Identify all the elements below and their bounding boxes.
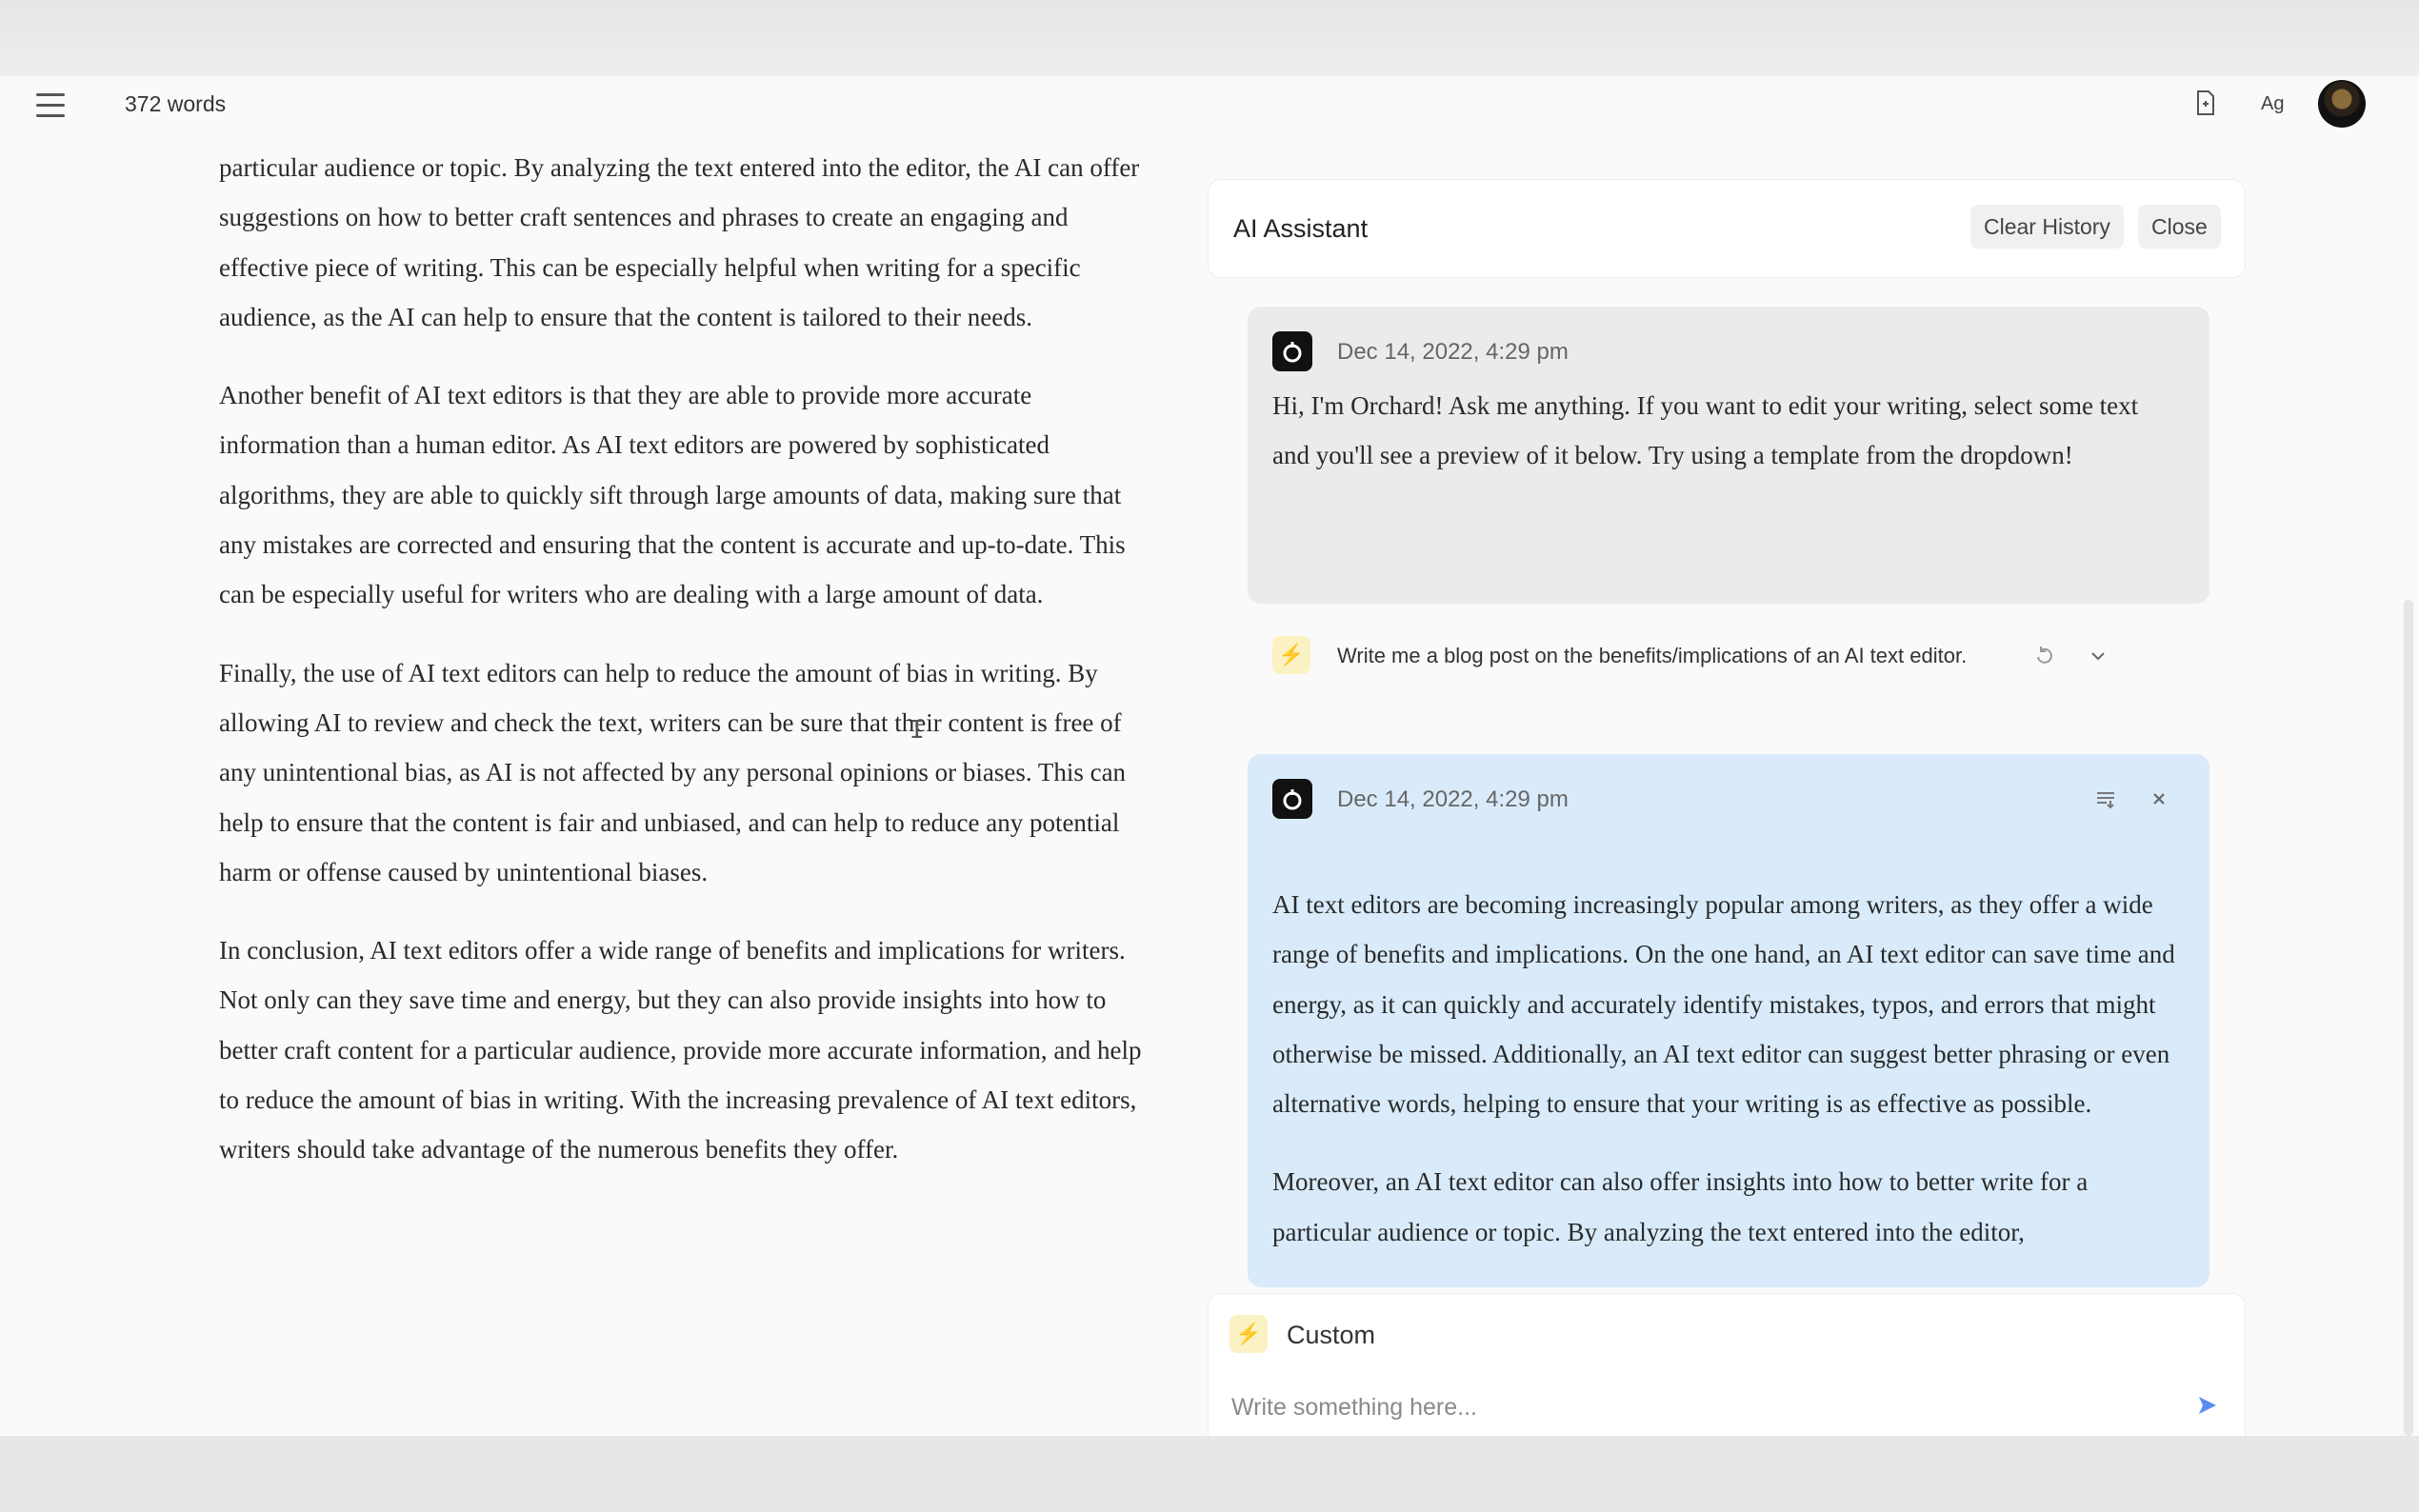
paragraph: Finally, the use of AI text editors can …: [219, 658, 1127, 886]
send-icon[interactable]: [2195, 1393, 2220, 1418]
document-icon[interactable]: [2195, 90, 2216, 116]
text-cursor-icon: I: [910, 716, 925, 745]
paragraph: particular audience or topic. By analyzi…: [219, 153, 1140, 331]
user-avatar[interactable]: [2318, 80, 2366, 128]
message-composer: ⚡ Custom: [1208, 1293, 2246, 1436]
orchard-logo-icon: [1272, 331, 1312, 371]
font-settings-icon[interactable]: Ag: [2261, 93, 2284, 115]
assistant-response: Dec 14, 2022, 4:29 pm AI text editors ar…: [1248, 754, 2209, 1287]
message-input[interactable]: [1229, 1389, 2167, 1425]
word-count: 372 words: [125, 91, 227, 116]
response-paragraph: AI text editors are becoming increasingl…: [1272, 890, 2175, 1119]
message-timestamp: Dec 14, 2022, 4:29 pm: [1337, 786, 1569, 812]
prompt-text: Write me a blog post on the benefits/imp…: [1337, 644, 1968, 667]
message-timestamp: Dec 14, 2022, 4:29 pm: [1337, 339, 1569, 365]
hamburger-menu-icon[interactable]: [36, 93, 65, 118]
message-text: AI text editors are becoming increasingl…: [1272, 880, 2177, 1285]
clear-history-button[interactable]: Clear History: [1970, 205, 2124, 249]
close-button[interactable]: Close: [2138, 205, 2221, 249]
response-paragraph: Moreover, an AI text editor can also off…: [1272, 1167, 2089, 1246]
document-editor[interactable]: particular audience or topic. By analyzi…: [219, 76, 1157, 1436]
lightning-icon: ⚡: [1272, 636, 1310, 674]
lightning-icon: ⚡: [1229, 1315, 1268, 1353]
retry-icon[interactable]: [2032, 644, 2057, 668]
close-icon[interactable]: [2147, 786, 2171, 811]
template-dropdown[interactable]: Custom: [1287, 1321, 1375, 1350]
window-bottom-margin: [0, 1436, 2419, 1512]
assistant-header: AI Assistant Clear History Close: [1208, 179, 2246, 278]
app-window: 372 words Ag particular audience or topi…: [0, 76, 2419, 1436]
editor-body: particular audience or topic. By analyzi…: [219, 143, 1157, 1204]
paragraph: In conclusion, AI text editors offer a w…: [219, 936, 1142, 1164]
scrollbar[interactable]: [2404, 600, 2413, 1436]
insert-text-icon[interactable]: [2093, 786, 2118, 811]
window-top-margin: [0, 0, 2419, 76]
paragraph: Another benefit of AI text editors is th…: [219, 381, 1126, 609]
message-text: Hi, I'm Orchard! Ask me anything. If you…: [1272, 391, 2139, 470]
orchard-logo-icon: [1272, 779, 1312, 819]
user-prompt[interactable]: ⚡ Write me a blog post on the benefits/i…: [1248, 627, 2209, 684]
assistant-title: AI Assistant: [1233, 214, 1369, 243]
chevron-down-icon[interactable]: [2086, 644, 2110, 668]
assistant-message: Dec 14, 2022, 4:29 pm Hi, I'm Orchard! A…: [1248, 307, 2209, 604]
